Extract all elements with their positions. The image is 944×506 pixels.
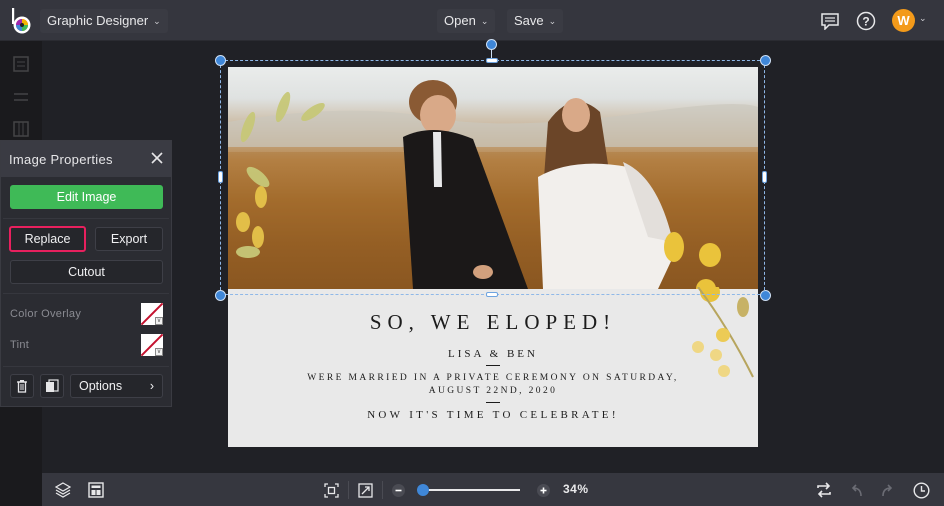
- divider: [3, 218, 169, 219]
- redo-button[interactable]: [879, 481, 897, 499]
- help-icon: ?: [856, 11, 876, 31]
- frame-icon[interactable]: [13, 121, 29, 137]
- image-properties-panel: Image Properties Edit Image Replace Expo…: [0, 140, 172, 407]
- zoom-in-button[interactable]: [534, 481, 552, 499]
- resize-handle-top-right[interactable]: [760, 55, 771, 66]
- color-overlay-label: Color Overlay: [10, 308, 82, 320]
- layers-button[interactable]: [54, 481, 72, 499]
- save-label: Save: [514, 13, 544, 28]
- svg-text:?: ?: [862, 15, 869, 29]
- close-icon[interactable]: [149, 150, 165, 166]
- tint-label: Tint: [10, 339, 30, 351]
- panel-title: Image Properties: [9, 152, 113, 167]
- expand-icon: [357, 482, 373, 498]
- divider: [486, 365, 500, 366]
- card-names[interactable]: LISA & BEN: [228, 348, 758, 360]
- resize-handle-top-left[interactable]: [215, 55, 226, 66]
- edit-image-button[interactable]: Edit Image: [10, 185, 163, 209]
- flower-decoration: [692, 287, 754, 378]
- card-title[interactable]: SO, WE ELOPED!: [228, 310, 758, 335]
- trash-icon: [17, 380, 27, 393]
- bottom-bar: 34%: [42, 473, 944, 506]
- chevron-down-icon: ⌄: [153, 16, 161, 26]
- history-icon: [912, 481, 930, 499]
- template-button[interactable]: [87, 481, 105, 499]
- chevron-down-icon: v: [155, 348, 163, 356]
- resize-handle-bottom[interactable]: [486, 292, 498, 297]
- resize-handle-bottom-left[interactable]: [215, 290, 226, 301]
- adjust-icon[interactable]: [13, 89, 29, 105]
- divider: [382, 481, 383, 499]
- app-menu-button[interactable]: Graphic Designer ⌄: [40, 9, 168, 33]
- zoom-percent: 34%: [563, 482, 589, 496]
- tint-swatch[interactable]: v: [141, 334, 163, 356]
- fit-screen-icon: [323, 482, 339, 498]
- user-avatar[interactable]: W: [892, 9, 915, 32]
- duplicate-icon: [46, 379, 59, 392]
- zoom-in-icon: [536, 483, 550, 497]
- app-menu-label: Graphic Designer: [47, 13, 149, 28]
- panel-header: Image Properties: [1, 141, 171, 177]
- save-button[interactable]: Save ⌄: [507, 9, 564, 33]
- help-button[interactable]: ?: [854, 9, 878, 33]
- layers-icon: [55, 482, 71, 498]
- export-button[interactable]: Export: [95, 227, 163, 251]
- divider: [3, 293, 169, 294]
- zoom-out-button[interactable]: [389, 481, 407, 499]
- zoom-slider-knob[interactable]: [417, 484, 429, 496]
- chat-button[interactable]: [818, 9, 842, 33]
- fullscreen-button[interactable]: [356, 481, 374, 499]
- card-line-2[interactable]: AUGUST 22ND, 2020: [228, 386, 758, 396]
- card-celebrate[interactable]: NOW IT'S TIME TO CELEBRATE!: [228, 409, 758, 421]
- couple-photo[interactable]: [228, 67, 758, 289]
- resize-handle-left[interactable]: [218, 171, 223, 183]
- zoom-out-icon: [391, 483, 405, 497]
- delete-button[interactable]: [10, 374, 34, 398]
- divider: [3, 366, 169, 367]
- cutout-button[interactable]: Cutout: [10, 260, 163, 284]
- fit-screen-button[interactable]: [322, 481, 340, 499]
- divider: [486, 402, 500, 403]
- history-button[interactable]: [912, 481, 930, 499]
- replace-button[interactable]: Replace: [9, 226, 86, 252]
- redo-icon: [882, 484, 893, 497]
- duplicate-button[interactable]: [40, 374, 64, 398]
- swap-button[interactable]: [815, 481, 833, 499]
- chevron-right-icon: ›: [149, 379, 154, 393]
- template-icon: [88, 482, 104, 498]
- text-icon[interactable]: [13, 56, 29, 72]
- swap-icon: [817, 482, 831, 498]
- chevron-down-icon: ⌄: [480, 16, 489, 26]
- rotate-handle[interactable]: [486, 39, 497, 50]
- resize-handle-top[interactable]: [486, 58, 498, 63]
- chat-icon: [821, 13, 839, 30]
- chevron-down-icon: v: [155, 317, 163, 325]
- color-overlay-swatch[interactable]: v: [141, 303, 163, 325]
- zoom-slider[interactable]: [417, 484, 520, 496]
- undo-icon: [851, 484, 862, 497]
- divider: [348, 481, 349, 499]
- design-card[interactable]: SO, WE ELOPED! LISA & BEN WERE MARRIED I…: [228, 67, 758, 447]
- top-bar: Graphic Designer ⌄ Open ⌄ Save ⌄ ? W ⌄: [0, 0, 944, 41]
- chevron-down-icon[interactable]: ⌄: [919, 13, 927, 24]
- options-button[interactable]: Options ›: [70, 374, 163, 398]
- photo-illustration: [228, 80, 758, 289]
- options-label: Options: [79, 379, 123, 393]
- resize-handle-right[interactable]: [762, 171, 767, 183]
- card-line-1[interactable]: WERE MARRIED IN A PRIVATE CEREMONY ON SA…: [228, 373, 758, 383]
- open-label: Open: [444, 13, 476, 28]
- logo-icon[interactable]: [10, 7, 34, 35]
- undo-button[interactable]: [847, 481, 865, 499]
- resize-handle-bottom-right[interactable]: [760, 290, 771, 301]
- chevron-down-icon: ⌄: [548, 16, 557, 26]
- open-button[interactable]: Open ⌄: [437, 9, 496, 33]
